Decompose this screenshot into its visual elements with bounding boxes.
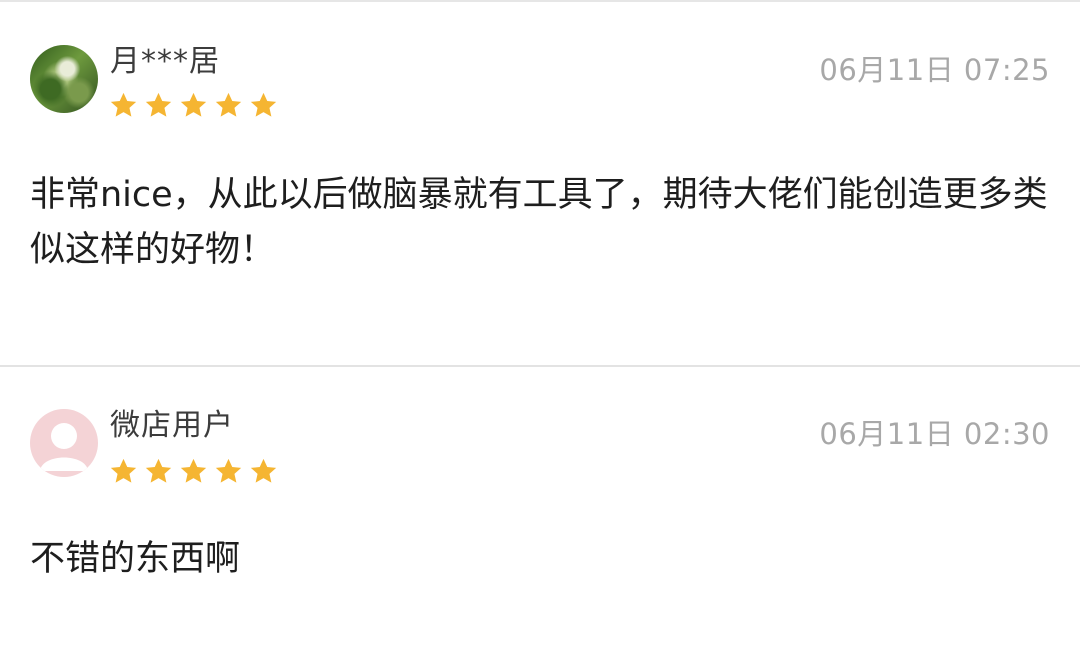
review-timestamp: 06月11日 02:30 [819,417,1050,451]
avatar[interactable] [30,409,98,477]
default-person-icon [40,423,88,471]
star-icon [250,92,277,117]
review-username: 月***居 [110,44,220,79]
avatar[interactable] [30,45,98,113]
star-icon [145,458,172,483]
star-rating [108,456,279,487]
star-icon [180,92,207,117]
review-username: 微店用户 [110,408,234,443]
review-text: 不错的东西啊 [30,539,241,579]
review-item: 月***居 06月11日 07:25 非常nice，从此以后做脑暴就有工具了，期… [0,0,1080,366]
star-icon [215,92,242,117]
star-icon [180,458,207,483]
star-icon [250,458,277,483]
star-rating [108,90,279,121]
review-item: 微店用户 06月11日 02:30 不错的东西啊 [0,366,1080,661]
star-icon [215,458,242,483]
review-text: 非常nice，从此以后做脑暴就有工具了，期待大佬们能创造更多类似这样的好物！ [30,175,1048,270]
star-icon [110,458,137,483]
star-icon [145,92,172,117]
review-timestamp: 06月11日 07:25 [819,53,1050,87]
star-icon [110,92,137,117]
